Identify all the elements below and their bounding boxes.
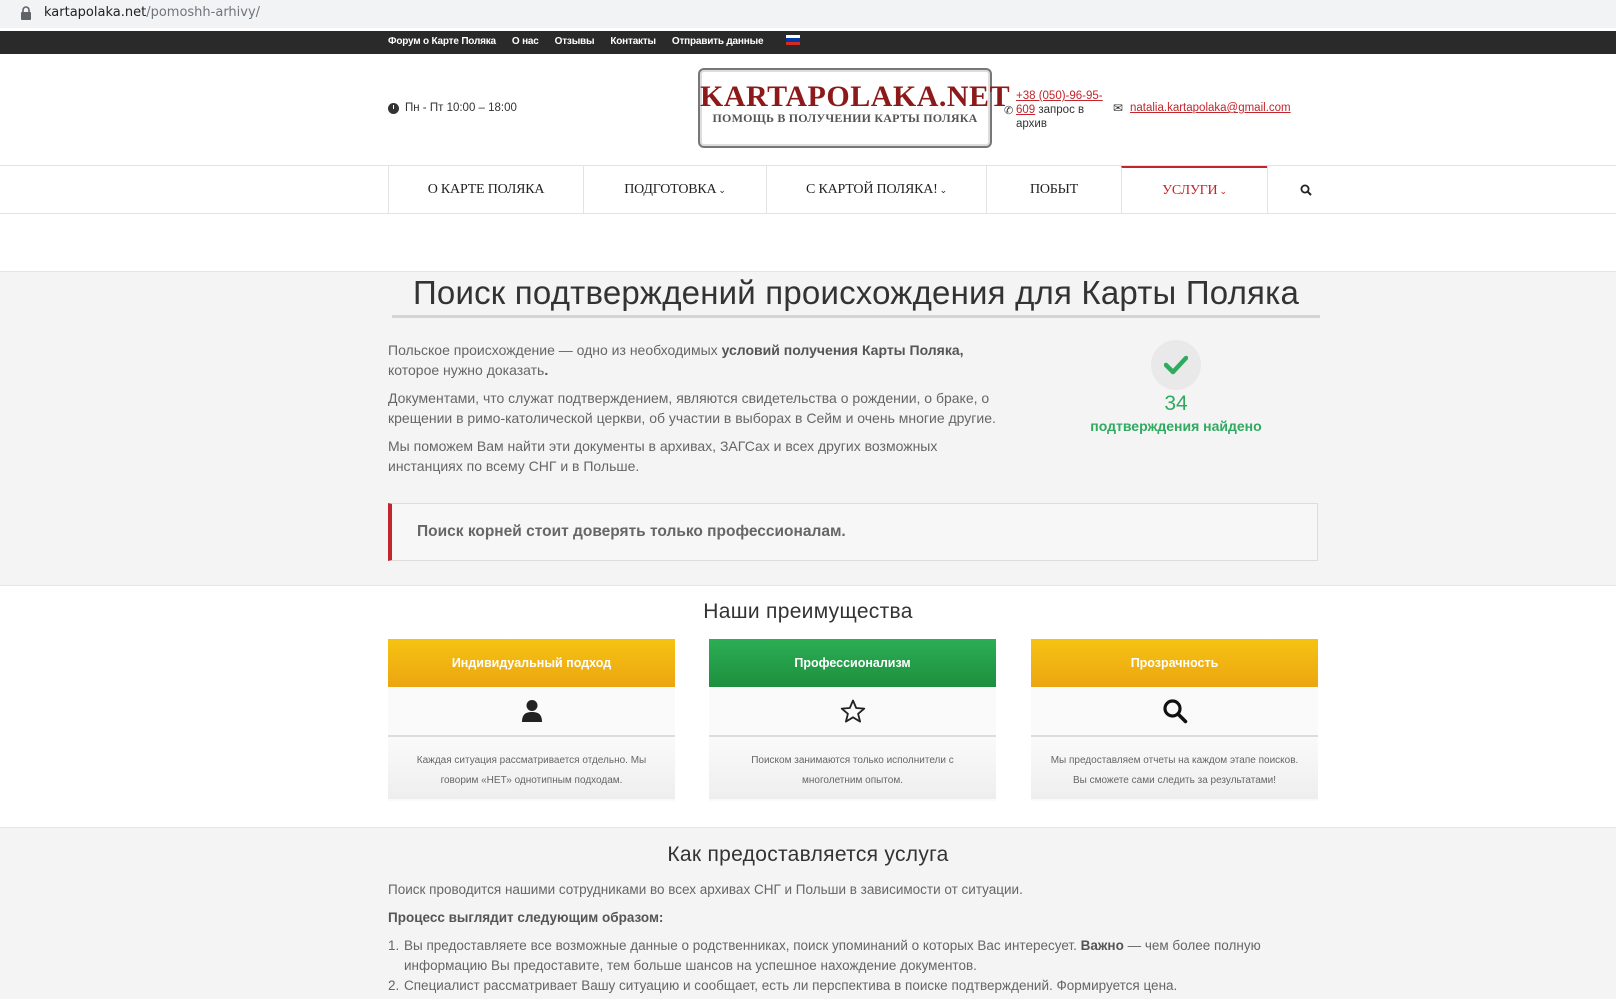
logo-title: KARTAPOLAKA.NET	[700, 80, 1011, 113]
step-number: 1.	[388, 938, 400, 953]
phone-contact: ✆ +38 (050)-96-95-609 запрос в архив	[1004, 89, 1111, 131]
process-steps: 1. Вы предоставляете все возможные данные…	[388, 936, 1288, 996]
logo-subtitle: ПОМОЩЬ В ПОЛУЧЕНИИ КАРТЫ ПОЛЯКА	[712, 111, 978, 125]
user-icon	[521, 700, 542, 722]
nav-item-label: С КАРТОЙ ПОЛЯКА!	[806, 182, 938, 197]
step-number: 2.	[388, 978, 400, 993]
card-header: Индивидуальный подход	[388, 639, 675, 687]
nav-item-label: О КАРТЕ ПОЛЯКА	[427, 182, 545, 197]
hero-p1-text: Польское происхождение — одно из необход…	[388, 342, 722, 358]
counter-label: подтверждения найдено	[1090, 418, 1262, 434]
advantages-title: Наши преимущества	[703, 600, 913, 623]
nav-item-with-card[interactable]: С КАРТОЙ ПОЛЯКА! ⌄	[766, 166, 986, 214]
chevron-down-icon: ⌄	[939, 184, 948, 195]
site-logo[interactable]: KARTAPOLAKA.NET ПОМОЩЬ В ПОЛУЧЕНИИ КАРТЫ…	[698, 68, 1011, 148]
card-header: Прозрачность	[1031, 639, 1318, 687]
quote-text: Поиск корней стоит доверять только профе…	[417, 523, 846, 540]
russian-flag-icon[interactable]	[786, 35, 800, 45]
nav-item-about-card[interactable]: О КАРТЕ ПОЛЯКА	[388, 166, 583, 214]
card-description: Мы предоставляем отчеты на каждом этапе …	[1031, 737, 1318, 799]
topbar-link-send-data[interactable]: Отправить данные	[672, 36, 764, 47]
topbar-link-reviews[interactable]: Отзывы	[555, 36, 595, 47]
url-domain: kartapolaka.net	[44, 5, 147, 20]
hero-p1-bold: условий получения Карты Поляка,	[721, 342, 964, 358]
lock-icon	[21, 6, 31, 20]
search-icon	[1162, 699, 1187, 724]
working-hours: Пн - Пт 10:00 – 18:00	[388, 102, 517, 114]
topbar-link-forum[interactable]: Форум о Карте Поляка	[388, 36, 496, 47]
counter-circle	[1151, 340, 1201, 390]
card-icon-area	[1031, 687, 1318, 737]
card-header: Профессионализм	[709, 639, 996, 687]
url-path: /pomoshh-arhivy/	[146, 5, 261, 20]
nav-item-label: ПОБЫТ	[1029, 182, 1079, 197]
card-icon-area	[388, 687, 675, 737]
main-nav: О КАРТЕ ПОЛЯКА ПОДГОТОВКА ⌄ С КАРТОЙ ПОЛЯ…	[0, 166, 1616, 214]
topbar-link-contacts[interactable]: Контакты	[610, 36, 656, 47]
hero-section: Поиск подтверждений происхождения для Ка…	[0, 271, 1616, 586]
hero-paragraph: Польское происхождение — одно из необход…	[388, 340, 998, 380]
process-subtitle: Процесс выглядит следующим образом:	[388, 910, 664, 925]
site-header: Пн - Пт 10:00 – 18:00 KARTAPOLAKA.NET ПО…	[0, 54, 1616, 166]
highlight-quote: Поиск корней стоит доверять только профе…	[388, 503, 1318, 561]
hero-p1-text-end: которое нужно доказать	[388, 362, 545, 378]
step-bold: Важно	[1080, 938, 1124, 953]
process-title: Как предоставляется услуга	[667, 843, 949, 866]
advantage-card-individual: Индивидуальный подход Каждая ситуация ра…	[388, 639, 675, 801]
nav-item-pobyt[interactable]: ПОБЫТ	[986, 166, 1121, 214]
process-intro: Поиск проводится нашими сотрудниками во …	[388, 882, 1023, 897]
phone-icon: ✆	[1004, 105, 1014, 117]
list-item: 2. Специалист рассматривает Вашу ситуацию…	[388, 976, 1288, 996]
advantage-card-transparency: Прозрачность Мы предоставляем отчеты на …	[1031, 639, 1318, 801]
counter-value: 34	[1164, 392, 1188, 415]
nav-item-label: УСЛУГИ	[1162, 183, 1218, 198]
clock-icon	[388, 102, 399, 114]
hero-text: Польское происхождение — одно из необход…	[388, 340, 998, 484]
page-title: Поиск подтверждений происхождения для Ка…	[392, 274, 1320, 318]
card-description: Поиском занимаются только исполнители с …	[709, 737, 996, 799]
confirmations-counter: 34 подтверждения найдено	[1086, 340, 1266, 434]
advantages-section: Наши преимущества Индивидуальный подход …	[0, 587, 1616, 827]
hero-p1-period: .	[544, 362, 549, 378]
checkmark-icon	[1164, 355, 1188, 375]
nav-item-label: ПОДГОТОВКА	[624, 182, 717, 197]
chevron-down-icon: ⌄	[718, 184, 726, 195]
star-icon	[840, 699, 865, 723]
nav-item-services[interactable]: УСЛУГИ ⌄	[1121, 166, 1267, 214]
process-section: Как предоставляется услуга Поиск проводи…	[0, 827, 1616, 999]
nav-search-button[interactable]	[1267, 166, 1343, 214]
step-text: Специалист рассматривает Вашу ситуацию и…	[404, 978, 1178, 993]
email-link[interactable]: natalia.kartapolaka@gmail.com	[1130, 102, 1291, 114]
step-text: Вы предоставляете все возможные данные о…	[404, 938, 1081, 953]
envelope-icon: ✉	[1113, 101, 1124, 115]
email-contact: ✉ natalia.kartapolaka@gmail.com	[1113, 101, 1291, 115]
browser-url-bar[interactable]: kartapolaka.net/pomoshh-arhivy/	[0, 0, 1616, 28]
search-icon	[1300, 184, 1312, 196]
chevron-down-icon: ⌄	[1219, 185, 1227, 196]
card-icon-area	[709, 687, 996, 737]
topbar-link-about[interactable]: О нас	[512, 36, 539, 47]
advantage-card-professionalism: Профессионализм Поиском занимаются тольк…	[709, 639, 996, 801]
url-text[interactable]: kartapolaka.net/pomoshh-arhivy/	[44, 5, 260, 20]
list-item: 1. Вы предоставляете все возможные данные…	[388, 936, 1288, 976]
nav-item-preparation[interactable]: ПОДГОТОВКА ⌄	[583, 166, 766, 214]
working-hours-text: Пн - Пт 10:00 – 18:00	[405, 102, 517, 114]
hero-paragraph: Документами, что служат подтверждением, …	[388, 390, 996, 426]
top-bar: Форум о Карте Поляка О нас Отзывы Контак…	[0, 31, 1616, 54]
hero-paragraph: Мы поможем Вам найти эти документы в арх…	[388, 438, 938, 474]
card-description: Каждая ситуация рассматривается отдельно…	[388, 737, 675, 799]
